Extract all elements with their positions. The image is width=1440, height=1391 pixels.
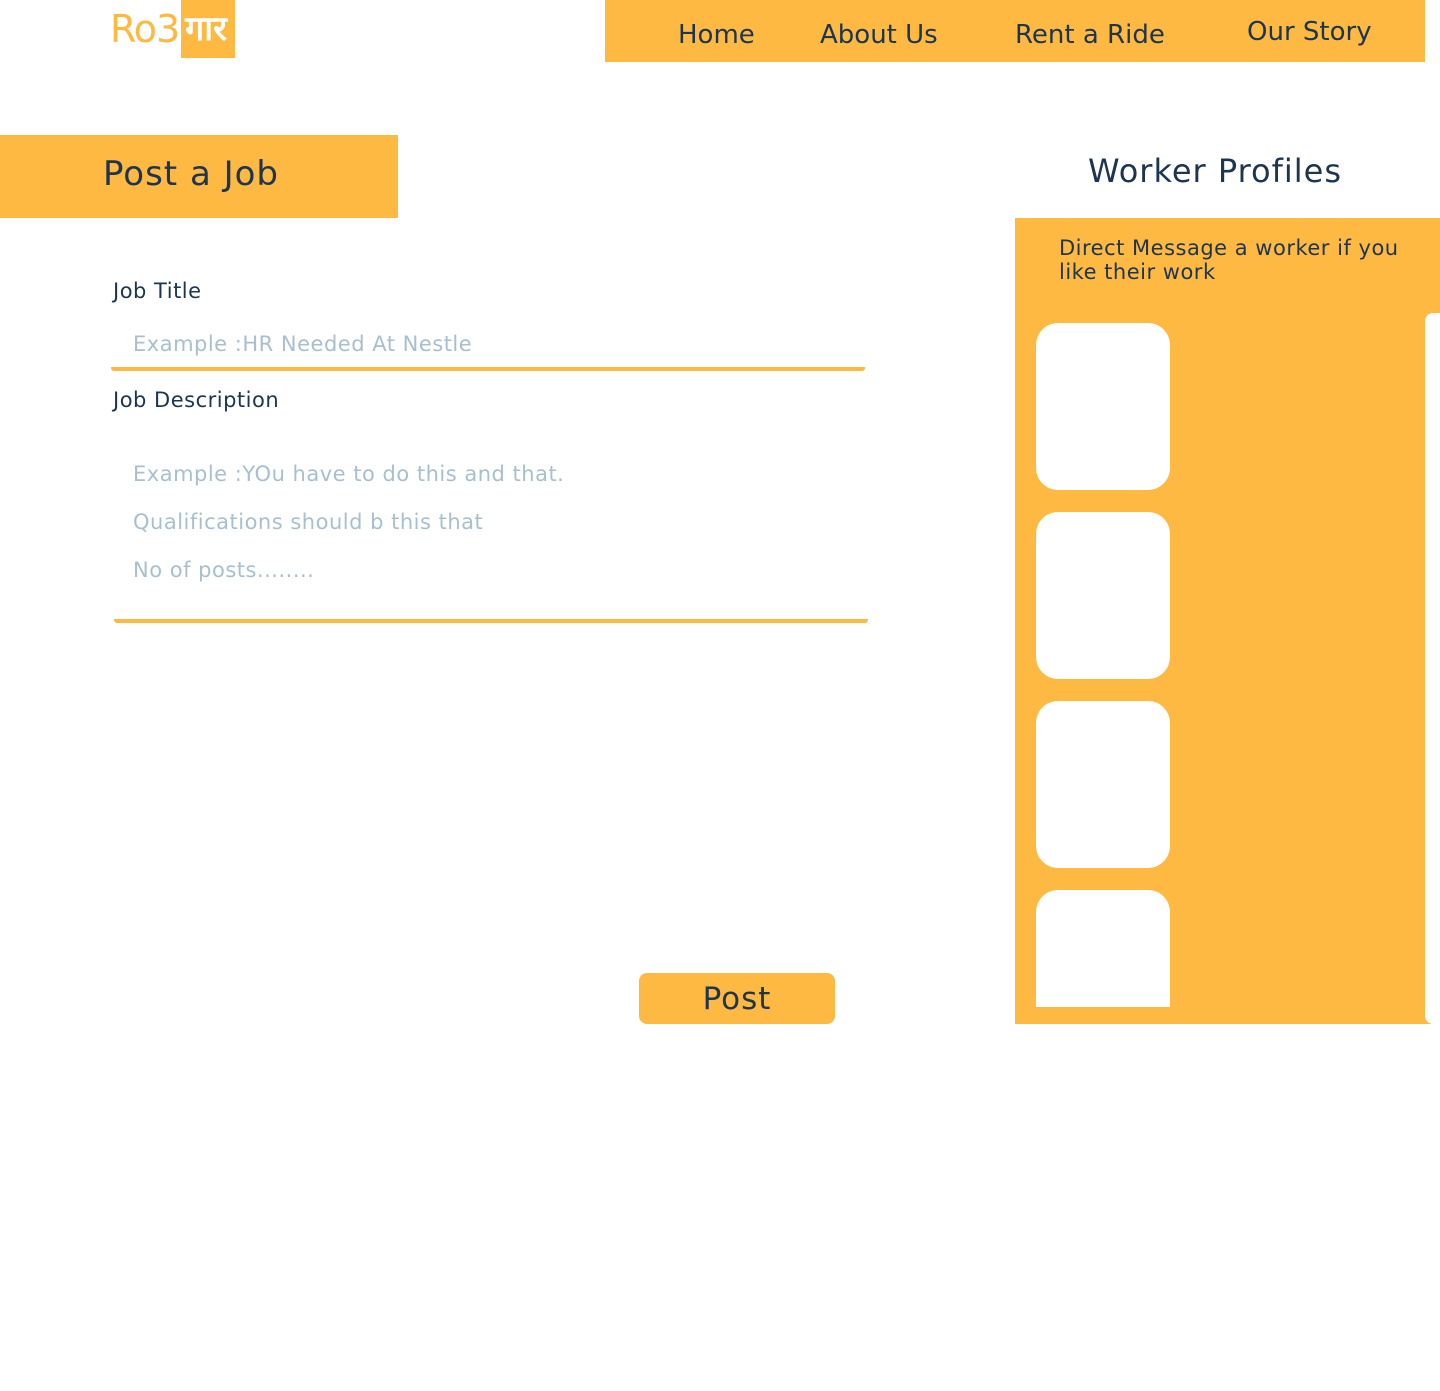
worker-profile-card[interactable] — [1036, 512, 1170, 679]
worker-profiles-list — [1036, 323, 1416, 1007]
worker-profiles-heading: Worker Profiles — [1087, 152, 1343, 190]
post-job-title: Post a Job — [103, 154, 279, 194]
nav-link-our-story[interactable]: Our Story — [1247, 17, 1372, 47]
post-job-header: Post a Job — [0, 135, 398, 218]
logo-devanagari-part: गार — [181, 0, 235, 58]
job-title-label: Job Title — [113, 279, 202, 303]
top-navigation: Home About Us Rent a Ride Our Story — [605, 0, 1425, 62]
post-job-button[interactable]: Post — [639, 973, 835, 1024]
worker-profile-card[interactable] — [1036, 323, 1170, 490]
job-description-textarea[interactable] — [114, 440, 868, 623]
worker-profiles-subtitle: Direct Message a worker if you like thei… — [1059, 236, 1399, 284]
nav-link-about-us[interactable]: About Us — [820, 20, 938, 50]
nav-link-rent-a-ride[interactable]: Rent a Ride — [1015, 20, 1165, 50]
brand-logo[interactable]: Ro3 गार — [110, 0, 235, 58]
job-description-label: Job Description — [113, 388, 280, 412]
job-title-input[interactable] — [111, 326, 865, 371]
logo-latin-part: Ro3 — [110, 7, 180, 51]
worker-profile-card[interactable] — [1036, 701, 1170, 868]
worker-profile-card[interactable] — [1036, 890, 1170, 1007]
nav-link-home[interactable]: Home — [678, 20, 755, 50]
worker-profiles-scrollbar[interactable] — [1425, 313, 1440, 1024]
worker-profiles-panel: Direct Message a worker if you like thei… — [1015, 218, 1440, 1024]
